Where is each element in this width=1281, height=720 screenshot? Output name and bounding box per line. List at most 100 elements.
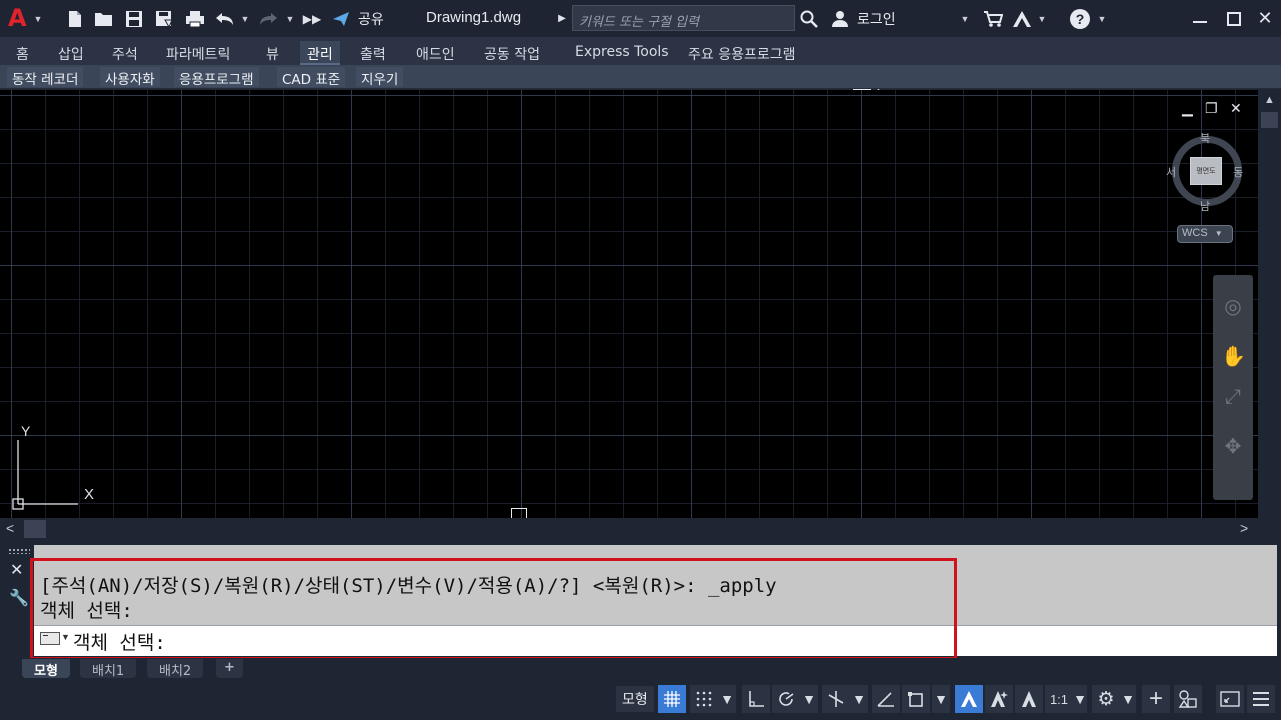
object-snap-icon[interactable] xyxy=(902,685,930,713)
panel-cad-standards[interactable]: CAD 표준 xyxy=(277,67,346,88)
tab-featured-apps[interactable]: 주요 응용프로그램 xyxy=(688,41,796,65)
zoom-extents-icon[interactable]: ⤢ xyxy=(1221,385,1245,409)
window-maximize-icon[interactable] xyxy=(1222,0,1246,37)
scroll-up-arrow-icon[interactable]: ▲ xyxy=(1264,94,1275,106)
viewcube-north-label[interactable]: 북 xyxy=(1200,130,1210,146)
panel-customization[interactable]: 사용자화 xyxy=(100,67,160,88)
command-line-close-icon[interactable]: ✕ xyxy=(10,560,23,580)
share-send-icon[interactable] xyxy=(330,0,352,37)
annotation-scale-caret-icon[interactable]: ▼ xyxy=(1073,685,1087,713)
isodraft-icon[interactable] xyxy=(822,685,850,713)
panel-applications[interactable]: 응용프로그램 xyxy=(174,67,259,88)
vertical-scrollbar[interactable]: ▲ xyxy=(1258,90,1281,518)
viewcube-top-face[interactable]: 평면도 xyxy=(1190,157,1222,185)
undo-dropdown-caret-icon[interactable]: ▼ xyxy=(240,0,250,37)
tab-output[interactable]: 출력 xyxy=(360,41,386,65)
orbit-icon[interactable]: ✥ xyxy=(1221,435,1245,459)
redo-dropdown-caret-icon[interactable]: ▼ xyxy=(285,0,295,37)
user-icon[interactable] xyxy=(829,0,851,37)
object-snap-tracking-icon[interactable] xyxy=(872,685,900,713)
open-folder-icon[interactable] xyxy=(92,0,116,37)
new-file-icon[interactable] xyxy=(64,0,86,37)
ortho-mode-icon[interactable] xyxy=(742,685,770,713)
tab-manage[interactable]: 관리 xyxy=(300,41,340,65)
workspace-caret-icon[interactable]: ▼ xyxy=(1120,685,1136,713)
panel-cleanup[interactable]: 지우기 xyxy=(356,67,404,88)
scroll-right-arrow-icon[interactable]: > xyxy=(1240,520,1248,536)
tab-home[interactable]: 홈 xyxy=(16,41,29,65)
horizontal-scrollbar[interactable]: < > xyxy=(0,518,1258,540)
viewcube-east-label[interactable]: 동 xyxy=(1233,164,1243,180)
add-layout-tab-button[interactable]: + xyxy=(216,659,243,678)
customization-menu-icon[interactable] xyxy=(1247,685,1275,713)
title-bar: A ▼ ▼ ▼ ▶▶ 공유 Drawing1.dwg ▶ 키워드 또는 구절 입… xyxy=(0,0,1281,37)
viewcube-south-label[interactable]: 남 xyxy=(1200,198,1210,214)
help-label: ? xyxy=(1070,8,1090,29)
tab-view[interactable]: 뷰 xyxy=(266,41,279,65)
scroll-left-arrow-icon[interactable]: < xyxy=(6,520,14,536)
clean-screen-icon[interactable] xyxy=(1216,685,1244,713)
save-as-icon[interactable] xyxy=(153,0,175,37)
tab-express-tools[interactable]: Express Tools xyxy=(575,41,669,65)
tab-parametric[interactable]: 파라메트릭 xyxy=(166,41,230,65)
tab-annotate[interactable]: 주석 xyxy=(112,41,138,65)
isodraft-caret-icon[interactable]: ▼ xyxy=(850,685,868,713)
help-icon[interactable]: ? xyxy=(1069,0,1091,37)
application-menu-caret-icon[interactable]: ▼ xyxy=(33,0,43,37)
horizontal-scroll-thumb[interactable] xyxy=(24,520,46,538)
search-input[interactable]: 키워드 또는 구절 입력 xyxy=(572,5,795,31)
search-icon[interactable] xyxy=(798,0,820,37)
pan-hand-icon[interactable]: ✋ xyxy=(1221,345,1246,369)
application-menu-logo[interactable]: A xyxy=(8,5,30,31)
tab-collaborate[interactable]: 공동 작업 xyxy=(484,41,540,65)
help-caret-icon[interactable]: ▼ xyxy=(1097,0,1107,37)
redo-icon[interactable] xyxy=(257,0,279,37)
steering-wheel-icon[interactable]: ◎ xyxy=(1221,295,1245,319)
login-label[interactable]: 로그인 xyxy=(857,9,896,29)
undo-icon[interactable] xyxy=(214,0,236,37)
panel-action-recorder[interactable]: 동작 레코더 xyxy=(7,67,84,88)
viewport-close-icon[interactable]: ✕ xyxy=(1230,100,1242,117)
annotation-scale-icon[interactable] xyxy=(1015,685,1043,713)
window-close-icon[interactable]: ✕ xyxy=(1253,0,1277,37)
tab-insert[interactable]: 삽입 xyxy=(58,41,84,65)
autodesk-app-icon[interactable] xyxy=(1010,0,1034,37)
highlight-box xyxy=(30,558,957,660)
snap-mode-icon[interactable] xyxy=(690,685,718,713)
annotation-visibility-icon[interactable] xyxy=(955,685,983,713)
layout-tab-model[interactable]: 모형 xyxy=(22,659,70,679)
ribbon-tab-bar: 홈 삽입 주석 파라메트릭 뷰 관리 출력 애드인 공동 작업 Express … xyxy=(0,37,1281,93)
viewcube-west-label[interactable]: 서 xyxy=(1166,164,1176,180)
tab-addins[interactable]: 애드인 xyxy=(416,41,455,65)
layout-tab-layout1[interactable]: 배치1 xyxy=(80,659,137,679)
command-line-customize-wrench-icon[interactable]: 🔧 xyxy=(9,588,29,608)
grid-display-icon[interactable] xyxy=(658,685,686,713)
wcs-dropdown[interactable]: WCS ▼ xyxy=(1177,225,1233,243)
polar-tracking-caret-icon[interactable]: ▼ xyxy=(800,685,818,713)
cursor-pickbox xyxy=(511,508,527,518)
vertical-scroll-thumb[interactable] xyxy=(1261,112,1278,128)
plot-printer-icon[interactable] xyxy=(184,0,206,37)
snap-mode-caret-icon[interactable]: ▼ xyxy=(718,685,736,713)
autodesk-app-caret-icon[interactable]: ▼ xyxy=(1037,0,1047,37)
workspace-gear-icon[interactable]: ⚙ xyxy=(1092,685,1120,713)
share-label[interactable]: 공유 xyxy=(358,9,384,29)
command-line-grip-icon[interactable] xyxy=(8,548,30,554)
drawing-canvas[interactable] xyxy=(0,90,1258,518)
cart-icon[interactable] xyxy=(982,0,1004,37)
annotation-autoscale-icon[interactable] xyxy=(985,685,1013,713)
window-minimize-icon[interactable] xyxy=(1188,0,1212,37)
annotation-monitor-plus-icon[interactable]: + xyxy=(1142,685,1170,713)
more-commands-icon[interactable]: ▶▶ xyxy=(303,0,321,37)
search-expand-arrow-icon[interactable]: ▶ xyxy=(556,0,568,37)
layout-tab-layout2[interactable]: 배치2 xyxy=(147,659,204,679)
save-icon[interactable] xyxy=(123,0,145,37)
isolate-objects-icon[interactable] xyxy=(1174,685,1202,713)
object-snap-caret-icon[interactable]: ▼ xyxy=(932,685,950,713)
annotation-scale-value[interactable]: 1:1 xyxy=(1045,685,1073,713)
viewport-restore-icon[interactable]: ❐ xyxy=(1205,100,1218,117)
polar-tracking-icon[interactable] xyxy=(772,685,800,713)
model-space-button[interactable]: 모형 xyxy=(616,686,654,712)
viewport-minimize-icon[interactable]: ▁ xyxy=(1182,100,1193,117)
login-dropdown-caret-icon[interactable]: ▼ xyxy=(960,0,970,37)
